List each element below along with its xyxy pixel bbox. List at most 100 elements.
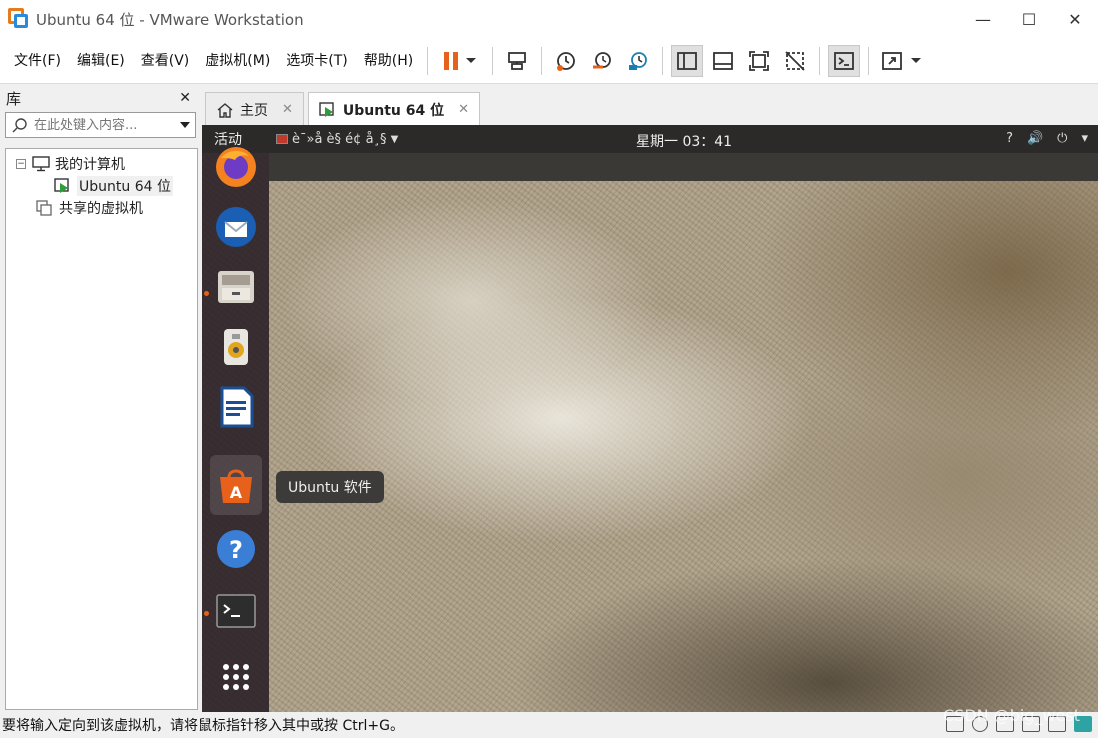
gnome-top-bar: 活动 è¯»å è§ é¢ å¸§ ▼ 星期一 03：41 ? 🔊 ⏻ ▾ bbox=[202, 125, 1098, 153]
toolbar-separator bbox=[427, 46, 429, 75]
svg-text:?: ? bbox=[229, 536, 243, 564]
terminal-prompt-icon bbox=[834, 51, 855, 70]
close-button[interactable]: ✕ bbox=[1052, 0, 1098, 38]
watermark: CSDN @big_west bbox=[943, 706, 1080, 725]
dock-tooltip: Ubuntu 软件 bbox=[276, 471, 384, 503]
network-keyboard-icon bbox=[508, 51, 527, 70]
app-menu-icon bbox=[276, 134, 288, 144]
status-bar: 要将输入定向到该虚拟机，请将鼠标指针移入其中或按 Ctrl+G。 bbox=[0, 712, 1098, 738]
ubuntu-dock: A ? bbox=[202, 147, 269, 712]
fullscreen-icon bbox=[749, 50, 770, 71]
chevron-down-icon: ▾ bbox=[1081, 131, 1088, 146]
clock[interactable]: 星期一 03：41 bbox=[636, 131, 732, 151]
system-tray[interactable]: ? 🔊 ⏻ ▾ bbox=[1006, 131, 1088, 146]
ubuntu-software-icon[interactable]: A bbox=[210, 455, 262, 515]
files-icon[interactable] bbox=[210, 261, 262, 313]
pause-button[interactable] bbox=[436, 45, 484, 77]
menu-vm[interactable]: 虚拟机(M) bbox=[197, 46, 278, 76]
snapshot-manager-icon bbox=[629, 51, 648, 70]
snapshot-button[interactable] bbox=[550, 45, 582, 77]
libreoffice-writer-icon[interactable] bbox=[210, 381, 262, 433]
running-indicator bbox=[204, 611, 209, 616]
tree-item-shared-vms[interactable]: 共享的虚拟机 bbox=[6, 197, 197, 219]
window-titlebar-strip bbox=[269, 153, 1098, 181]
pause-icon bbox=[444, 51, 459, 70]
monitor-icon bbox=[32, 156, 50, 172]
tab-bar: 主页 ✕ Ubuntu 64 位 ✕ bbox=[201, 84, 1098, 126]
tree-item-label: 共享的虚拟机 bbox=[59, 201, 143, 217]
power-icon: ⏻ bbox=[1057, 131, 1068, 146]
status-message: 要将输入定向到该虚拟机，请将鼠标指针移入其中或按 Ctrl+G。 bbox=[2, 718, 404, 734]
app-menu-label: è¯»å è§ é¢ å¸§ bbox=[292, 131, 387, 147]
show-library-button[interactable] bbox=[671, 44, 704, 77]
network-unknown-icon: ? bbox=[1006, 131, 1013, 146]
vm-console[interactable]: 活动 è¯»å è§ é¢ å¸§ ▼ 星期一 03：41 ? 🔊 ⏻ ▾ A … bbox=[202, 125, 1098, 712]
library-tree: − 我的计算机 Ubuntu 64 位 共享的虚拟机 bbox=[5, 148, 198, 710]
unity-off-icon bbox=[785, 50, 805, 71]
stretch-button[interactable] bbox=[877, 45, 925, 77]
running-indicator bbox=[204, 291, 209, 296]
revert-snapshot-button[interactable] bbox=[586, 45, 618, 77]
tab-home[interactable]: 主页 ✕ bbox=[205, 92, 304, 126]
thumbnail-layout-icon bbox=[713, 51, 734, 70]
search-icon bbox=[12, 118, 27, 133]
chevron-down-icon bbox=[466, 58, 477, 63]
chevron-down-icon: ▼ bbox=[390, 133, 399, 145]
library-layout-icon bbox=[677, 51, 698, 70]
console-view-button[interactable] bbox=[828, 44, 861, 77]
tree-item-ubuntu-vm[interactable]: Ubuntu 64 位 bbox=[6, 175, 197, 197]
tab-ubuntu-vm[interactable]: Ubuntu 64 位 ✕ bbox=[307, 92, 481, 126]
chevron-down-icon bbox=[911, 58, 922, 63]
minimize-button[interactable]: — bbox=[960, 0, 1006, 38]
firefox-icon[interactable] bbox=[210, 141, 262, 193]
tree-item-my-computer[interactable]: − 我的计算机 bbox=[6, 153, 197, 175]
tree-item-label: 我的计算机 bbox=[55, 157, 125, 173]
toolbar-separator bbox=[492, 46, 494, 75]
vm-running-icon bbox=[54, 178, 69, 193]
title-bar: Ubuntu 64 位 - VMware Workstation — ☐ ✕ bbox=[0, 0, 1098, 38]
library-search-input[interactable] bbox=[34, 117, 175, 133]
snapshot-clock-icon bbox=[557, 51, 576, 71]
collapse-toggle[interactable]: − bbox=[16, 159, 26, 169]
library-panel: 库 ✕ − 我的计算机 Ubuntu 64 位 共享的虚拟机 bbox=[0, 84, 201, 712]
volume-icon: 🔊 bbox=[1026, 131, 1044, 146]
menu-view[interactable]: 查看(V) bbox=[133, 46, 198, 76]
toolbar-separator bbox=[662, 46, 664, 75]
app-menu[interactable]: è¯»å è§ é¢ å¸§ ▼ bbox=[276, 132, 398, 147]
vmware-logo-icon bbox=[8, 8, 30, 30]
unity-button[interactable] bbox=[779, 45, 811, 77]
toolbar-separator bbox=[541, 46, 543, 75]
menu-edit[interactable]: 编辑(E) bbox=[69, 46, 133, 76]
menu-bar: 文件(F) 编辑(E) 查看(V) 虚拟机(M) 选项卡(T) 帮助(H) bbox=[0, 38, 1098, 84]
vm-running-icon bbox=[319, 101, 334, 117]
toolbar-separator bbox=[819, 46, 821, 75]
terminal-icon[interactable] bbox=[210, 585, 262, 637]
toolbar-separator bbox=[868, 46, 870, 75]
library-search bbox=[5, 112, 196, 138]
search-dropdown-button[interactable] bbox=[175, 122, 195, 128]
full-screen-button[interactable] bbox=[743, 45, 775, 77]
svg-text:A: A bbox=[230, 483, 243, 502]
tab-close-icon[interactable]: ✕ bbox=[458, 102, 469, 117]
thunderbird-icon[interactable] bbox=[210, 201, 262, 253]
stretch-icon bbox=[882, 51, 903, 70]
revert-clock-icon bbox=[593, 51, 612, 68]
tab-close-icon[interactable]: ✕ bbox=[282, 102, 293, 117]
help-icon[interactable]: ? bbox=[210, 523, 262, 575]
library-close-button[interactable]: ✕ bbox=[179, 90, 191, 106]
window-title: Ubuntu 64 位 - VMware Workstation bbox=[36, 10, 304, 29]
menu-file[interactable]: 文件(F) bbox=[6, 46, 69, 76]
snapshot-manager-button[interactable] bbox=[622, 45, 654, 77]
home-icon bbox=[217, 102, 233, 118]
send-ctrl-alt-del-button[interactable] bbox=[501, 45, 533, 77]
show-apps-icon[interactable] bbox=[210, 651, 262, 703]
tab-label: Ubuntu 64 位 bbox=[342, 102, 445, 119]
maximize-button[interactable]: ☐ bbox=[1006, 0, 1052, 38]
menu-help[interactable]: 帮助(H) bbox=[356, 46, 421, 76]
tab-label: 主页 bbox=[240, 102, 268, 119]
rhythmbox-icon[interactable] bbox=[210, 321, 262, 373]
menu-tabs[interactable]: 选项卡(T) bbox=[278, 46, 355, 76]
vmware-window: Ubuntu 64 位 - VMware Workstation — ☐ ✕ 文… bbox=[0, 0, 1098, 738]
show-thumbnail-button[interactable] bbox=[707, 45, 739, 77]
tree-item-label: Ubuntu 64 位 bbox=[77, 176, 173, 196]
